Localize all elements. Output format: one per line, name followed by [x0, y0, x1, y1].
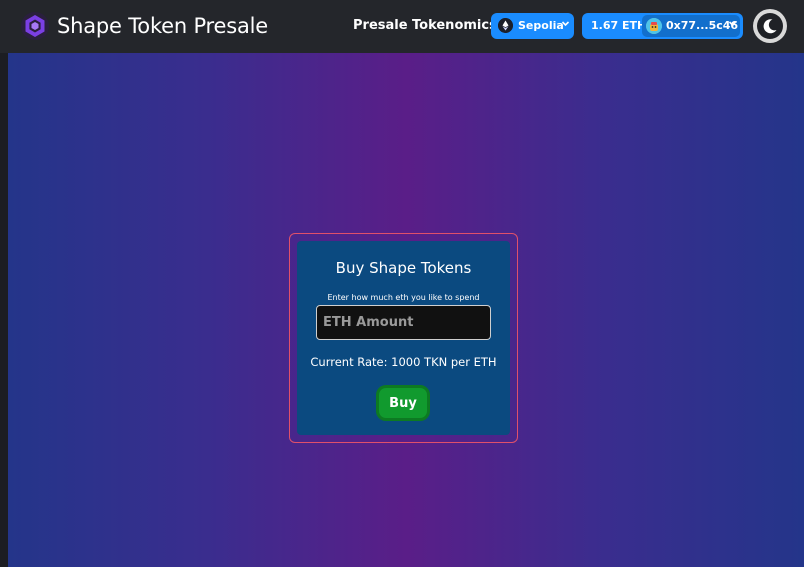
account-button[interactable]: 1.67 ETH 0x77...5c46: [582, 13, 743, 39]
eth-amount-input[interactable]: [316, 305, 491, 340]
app-title: Shape Token Presale: [57, 14, 269, 38]
chevron-down-icon: [561, 19, 570, 31]
avatar-icon: [646, 18, 662, 34]
theme-toggle-inner: [757, 13, 783, 39]
network-label: Sepolia: [518, 19, 564, 32]
nav-link-presale[interactable]: Presale: [353, 18, 408, 34]
theme-toggle-button[interactable]: [753, 9, 787, 43]
eth-amount-hint: Enter how much eth you like to spend: [327, 293, 480, 302]
network-select-button[interactable]: Sepolia: [491, 13, 574, 39]
current-rate: Current Rate: 1000 TKN per ETH: [310, 355, 497, 369]
ethereum-icon: [498, 18, 513, 33]
nav-link-tokenomics[interactable]: Tokenomics: [412, 18, 497, 34]
eth-balance: 1.67 ETH: [591, 19, 647, 32]
buy-button[interactable]: Buy: [376, 385, 430, 421]
account-address-pill[interactable]: 0x77...5c46: [642, 15, 740, 37]
card-title: Buy Shape Tokens: [335, 259, 472, 277]
chevron-down-icon: [728, 19, 737, 31]
buy-tokens-card: Buy Shape Tokens Enter how much eth you …: [297, 241, 510, 435]
moon-icon: [763, 19, 777, 34]
logo-icon[interactable]: [20, 11, 50, 41]
top-navbar: Shape Token Presale Presale Tokenomics S…: [0, 0, 804, 53]
